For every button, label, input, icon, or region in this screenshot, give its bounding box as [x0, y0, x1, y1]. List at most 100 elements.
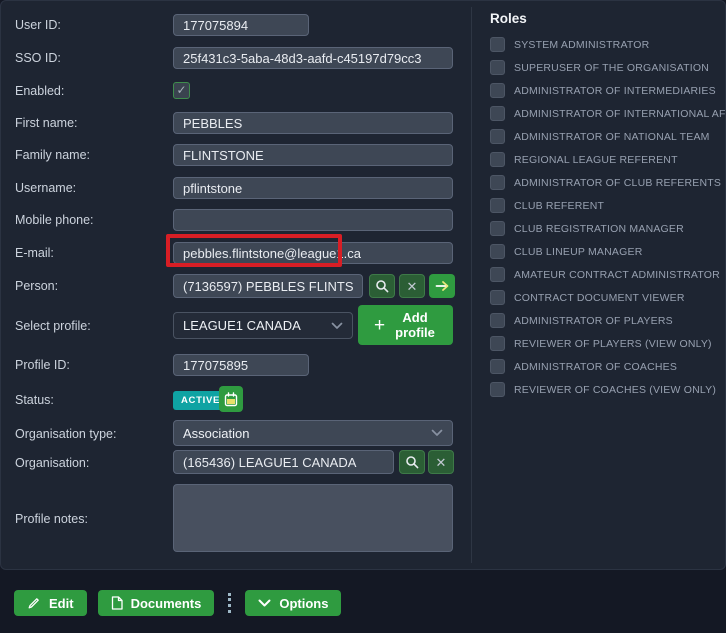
role-checkbox[interactable]	[490, 198, 505, 213]
mobile-phone-input[interactable]	[173, 209, 453, 231]
user-profile-page: User ID: SSO ID: Enabled: ✓ First name: …	[0, 0, 726, 633]
username-input[interactable]	[173, 177, 453, 199]
organisation-type-select[interactable]: Association	[173, 420, 453, 446]
role-label: CLUB REFERENT	[514, 200, 604, 212]
role-label: CONTRACT DOCUMENT VIEWER	[514, 292, 685, 304]
role-label: ADMINISTRATOR OF INTERMEDIARIES	[514, 85, 716, 97]
role-label: CLUB LINEUP MANAGER	[514, 246, 642, 258]
mobile-phone-label: Mobile phone:	[15, 212, 167, 228]
profile-notes-textarea[interactable]	[173, 484, 453, 552]
role-item: CLUB REGISTRATION MANAGER	[490, 221, 720, 236]
role-checkbox[interactable]	[490, 129, 505, 144]
person-clear-button[interactable]: ✕	[399, 274, 425, 298]
role-item: CLUB LINEUP MANAGER	[490, 244, 720, 259]
role-checkbox[interactable]	[490, 106, 505, 121]
roles-list: SYSTEM ADMINISTRATOR SUPERUSER OF THE ORG…	[490, 37, 720, 405]
chevron-down-icon	[258, 599, 271, 608]
role-label: CLUB REGISTRATION MANAGER	[514, 223, 684, 235]
organisation-input[interactable]	[173, 450, 394, 474]
organisation-label: Organisation:	[15, 455, 167, 471]
role-checkbox[interactable]	[490, 83, 505, 98]
footer-toolbar: Edit Documents Options	[14, 590, 341, 616]
close-icon: ✕	[436, 456, 447, 469]
role-item: REVIEWER OF PLAYERS (VIEW ONLY)	[490, 336, 720, 351]
user-id-label: User ID:	[15, 17, 167, 33]
role-item: CLUB REFERENT	[490, 198, 720, 213]
profile-panel: User ID: SSO ID: Enabled: ✓ First name: …	[0, 0, 726, 570]
status-label: Status:	[15, 392, 167, 408]
select-profile-label: Select profile:	[15, 318, 167, 334]
organisation-search-button[interactable]	[399, 450, 425, 474]
document-icon	[111, 596, 123, 610]
organisation-clear-button[interactable]: ✕	[428, 450, 454, 474]
user-id-input[interactable]	[173, 14, 309, 36]
add-profile-label: Add profile	[393, 310, 437, 340]
family-name-label: Family name:	[15, 147, 167, 163]
profile-select[interactable]: LEAGUE1 CANADA	[173, 312, 353, 339]
family-name-input[interactable]	[173, 144, 453, 166]
add-profile-button[interactable]: + Add profile	[358, 305, 453, 345]
role-item: SUPERUSER OF THE ORGANISATION	[490, 60, 720, 75]
role-label: ADMINISTRATOR OF INTERNATIONAL AFFAIRS	[514, 108, 726, 120]
role-label: SUPERUSER OF THE ORGANISATION	[514, 62, 709, 74]
sso-id-input[interactable]	[173, 47, 453, 69]
profile-id-input[interactable]	[173, 354, 309, 376]
sso-id-label: SSO ID:	[15, 50, 167, 66]
organisation-type-label: Organisation type:	[15, 426, 167, 442]
calendar-icon	[224, 392, 238, 407]
role-checkbox[interactable]	[490, 359, 505, 374]
edit-button[interactable]: Edit	[14, 590, 87, 616]
first-name-input[interactable]	[173, 112, 453, 134]
organisation-type-value: Association	[183, 426, 249, 441]
first-name-label: First name:	[15, 115, 167, 131]
enabled-checkbox[interactable]: ✓	[173, 82, 190, 99]
profile-id-label: Profile ID:	[15, 357, 167, 373]
username-label: Username:	[15, 180, 167, 196]
person-label: Person:	[15, 278, 167, 294]
person-input[interactable]	[173, 274, 363, 298]
documents-button[interactable]: Documents	[98, 590, 215, 616]
email-input[interactable]	[173, 242, 453, 264]
role-checkbox[interactable]	[490, 175, 505, 190]
person-go-button[interactable]	[429, 274, 455, 298]
role-item: ADMINISTRATOR OF PLAYERS	[490, 313, 720, 328]
role-item: AMATEUR CONTRACT ADMINISTRATOR	[490, 267, 720, 282]
roles-title: Roles	[490, 11, 527, 26]
status-history-button[interactable]	[219, 386, 243, 412]
role-label: SYSTEM ADMINISTRATOR	[514, 39, 649, 51]
enabled-label: Enabled:	[15, 83, 167, 99]
plus-icon: +	[374, 318, 385, 333]
role-item: ADMINISTRATOR OF NATIONAL TEAM	[490, 129, 720, 144]
role-item: ADMINISTRATOR OF COACHES	[490, 359, 720, 374]
role-checkbox[interactable]	[490, 221, 505, 236]
chevron-down-icon	[431, 429, 443, 437]
role-checkbox[interactable]	[490, 382, 505, 397]
documents-button-label: Documents	[131, 596, 202, 611]
role-checkbox[interactable]	[490, 290, 505, 305]
profile-notes-label: Profile notes:	[15, 511, 167, 527]
role-label: ADMINISTRATOR OF CLUB REFERENTS	[514, 177, 721, 189]
edit-button-label: Edit	[49, 596, 74, 611]
role-label: ADMINISTRATOR OF NATIONAL TEAM	[514, 131, 710, 143]
role-item: ADMINISTRATOR OF INTERMEDIARIES	[490, 83, 720, 98]
person-search-button[interactable]	[369, 274, 395, 298]
close-icon: ✕	[407, 280, 418, 293]
role-checkbox[interactable]	[490, 267, 505, 282]
options-button-label: Options	[279, 596, 328, 611]
role-checkbox[interactable]	[490, 336, 505, 351]
profile-select-value: LEAGUE1 CANADA	[183, 318, 301, 333]
chevron-down-icon	[331, 322, 343, 330]
role-label: REGIONAL LEAGUE REFERENT	[514, 154, 678, 166]
role-checkbox[interactable]	[490, 37, 505, 52]
role-item: REGIONAL LEAGUE REFERENT	[490, 152, 720, 167]
role-checkbox[interactable]	[490, 244, 505, 259]
role-checkbox[interactable]	[490, 60, 505, 75]
role-checkbox[interactable]	[490, 313, 505, 328]
arrow-right-icon	[435, 280, 450, 292]
role-item: REVIEWER OF COACHES (VIEW ONLY)	[490, 382, 720, 397]
options-button[interactable]: Options	[245, 590, 341, 616]
role-label: REVIEWER OF PLAYERS (VIEW ONLY)	[514, 338, 712, 350]
role-item: ADMINISTRATOR OF CLUB REFERENTS	[490, 175, 720, 190]
role-checkbox[interactable]	[490, 152, 505, 167]
role-label: REVIEWER OF COACHES (VIEW ONLY)	[514, 384, 716, 396]
